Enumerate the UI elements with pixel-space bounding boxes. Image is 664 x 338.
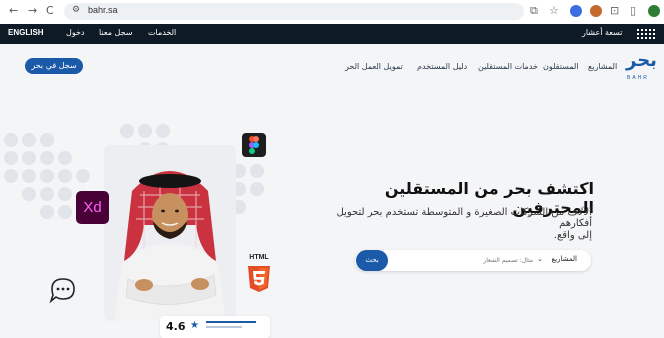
rating-bars <box>206 321 256 323</box>
brand-text: تسعة أعشار <box>582 28 623 37</box>
site-settings-icon[interactable]: ⚙ <box>72 5 80 15</box>
sidebar-icon[interactable]: ▯ <box>630 4 636 17</box>
url-text: bahr.sa <box>88 5 118 15</box>
main-navigation: بحر BAHR المشاريع المستقلون خدمات المستق… <box>0 44 664 90</box>
rating-card: 4.6 ★ <box>160 316 270 338</box>
language-switch-link[interactable]: ENGLISH <box>8 28 44 37</box>
register-link[interactable]: سجل معنا <box>99 28 132 37</box>
top-utility-bar: ENGLISH دخول سجل معنا الخدمات تسعة أعشار <box>0 24 664 44</box>
nav-link-freelancer-services[interactable]: خدمات المستقلين <box>478 62 538 71</box>
freelancer-photo <box>114 171 226 321</box>
html5-icon: HTML <box>244 254 274 294</box>
forward-icon[interactable]: → <box>28 4 37 17</box>
back-icon[interactable]: ← <box>9 4 18 17</box>
nav-link-projects[interactable]: المشاريع <box>588 62 617 71</box>
nav-link-freelancers[interactable]: المستقلون <box>543 62 579 71</box>
services-link[interactable]: الخدمات <box>148 28 176 37</box>
star-icon: ★ <box>190 320 199 331</box>
profile-avatar[interactable] <box>648 5 660 17</box>
hero-subtitle: الآلاف من الشركات الصغيرة و المتوسطة تست… <box>336 207 592 229</box>
nav-link-freelance-funding[interactable]: تمويل العمل الحر <box>345 62 403 71</box>
reload-icon[interactable]: C <box>46 4 54 17</box>
login-link[interactable]: دخول <box>66 28 84 37</box>
search-input[interactable] <box>401 251 533 270</box>
rating-value: 4.6 <box>166 320 186 333</box>
chat-bubble-icon[interactable] <box>48 276 78 304</box>
browser-toolbar: ← → C ⚙ bahr.sa ⧉ ☆ ⊡ ▯ <box>0 0 664 25</box>
nav-link-user-guide[interactable]: دليل المستخدم <box>417 62 467 71</box>
html5-label: HTML <box>249 254 269 261</box>
chevron-down-icon[interactable]: ⌄ <box>537 255 543 263</box>
signup-button[interactable]: سجل في بحر <box>25 58 83 74</box>
search-bar: المشاريع ⌄ بحث <box>355 250 591 271</box>
address-bar[interactable]: ⚙ bahr.sa <box>64 3 524 20</box>
figma-icon <box>242 133 266 157</box>
extension-cookie-icon[interactable] <box>590 5 602 17</box>
site-logo-latin: BAHR <box>627 75 649 81</box>
site-logo[interactable]: بحر <box>626 50 657 71</box>
extension-icon[interactable] <box>570 5 582 17</box>
hero-subtitle-end: إلى واقع. <box>553 230 592 241</box>
apps-grid-icon[interactable] <box>637 29 655 39</box>
search-button[interactable]: بحث <box>356 250 388 271</box>
bookmark-star-icon[interactable]: ☆ <box>549 4 559 17</box>
search-category-select[interactable]: المشاريع <box>551 255 577 263</box>
translate-icon[interactable]: ⧉ <box>530 4 538 18</box>
adobe-xd-icon: Xd <box>76 191 109 224</box>
extensions-puzzle-icon[interactable]: ⊡ <box>610 4 619 17</box>
hero-card <box>104 145 236 321</box>
rating-bars <box>206 326 242 328</box>
